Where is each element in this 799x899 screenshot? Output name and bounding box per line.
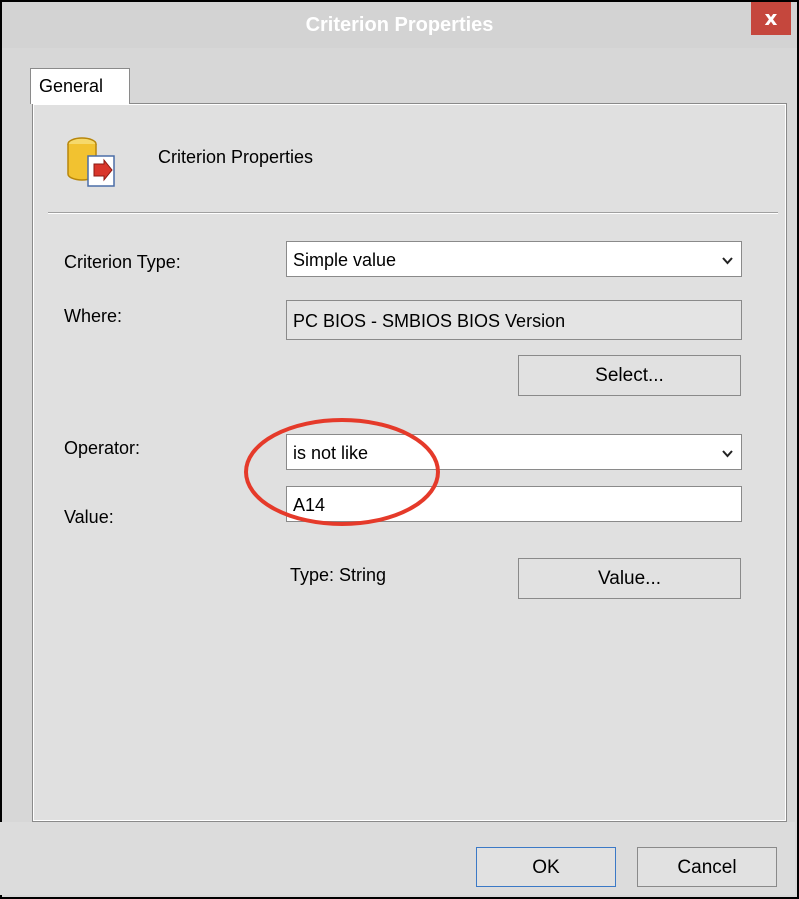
where-field: PC BIOS - SMBIOS BIOS Version [286,300,742,340]
chevron-down-icon [722,450,733,458]
cancel-button[interactable]: Cancel [637,847,777,887]
close-button[interactable]: x [751,2,791,35]
value-input[interactable]: A14 [286,486,742,522]
tab-general[interactable]: General [30,68,130,104]
criterion-database-icon [67,137,115,187]
value-button[interactable]: Value... [518,558,741,599]
ok-button[interactable]: OK [476,847,616,887]
operator-label: Operator: [64,438,141,458]
window-title: Criterion Properties [305,14,494,36]
operator-value: is not like [293,443,369,463]
select-button[interactable]: Select... [518,355,741,396]
header-title: Criterion Properties [158,147,314,167]
chevron-down-icon [722,257,733,265]
criterion-type-label: Criterion Type: [64,252,181,272]
title-bar[interactable]: Criterion Properties x [2,2,797,48]
where-label: Where: [64,306,123,326]
header-separator [48,212,778,214]
value-label: Value: [64,507,114,527]
operator-dropdown[interactable]: is not like [286,434,742,470]
criterion-type-value: Simple value [293,250,397,270]
criterion-type-dropdown[interactable]: Simple value [286,241,742,277]
type-string-text: Type: String [290,565,387,585]
